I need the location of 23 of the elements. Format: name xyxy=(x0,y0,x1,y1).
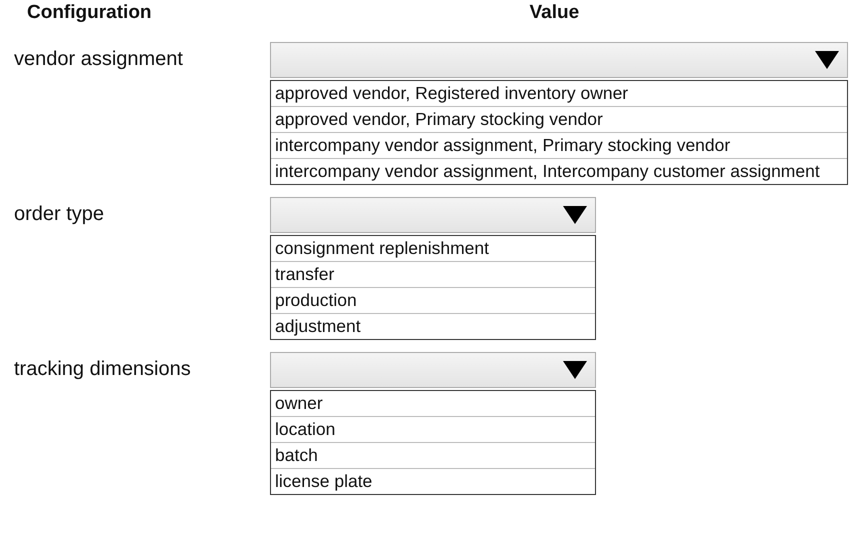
caret-icon xyxy=(563,206,587,224)
dropdown[interactable] xyxy=(270,197,596,233)
caret-icon xyxy=(815,51,839,69)
dropdown-option[interactable]: production xyxy=(271,287,595,313)
dropdown-option[interactable]: owner xyxy=(271,391,595,416)
dropdown-option[interactable]: adjustment xyxy=(271,313,595,339)
dropdown-option[interactable]: intercompany vendor assignment, Primary stocking vendor xyxy=(271,132,847,158)
dropdown-option[interactable]: batch xyxy=(271,442,595,468)
dropdown[interactable] xyxy=(270,352,596,388)
dropdown-option[interactable]: transfer xyxy=(271,261,595,287)
setting-label: vendor assignment xyxy=(14,47,184,72)
dropdown-option[interactable]: consignment replenishment xyxy=(271,236,595,261)
column-heading: Value xyxy=(530,2,580,25)
caret-icon xyxy=(563,361,587,379)
setting-label: tracking dimensions xyxy=(14,357,192,382)
column-heading: Configuration xyxy=(27,2,152,25)
dropdown-option[interactable]: approved vendor, Registered inventory owner xyxy=(271,81,847,106)
dropdown[interactable] xyxy=(270,42,848,78)
dropdown-option[interactable]: license plate xyxy=(271,468,595,494)
dropdown-option[interactable]: location xyxy=(271,416,595,442)
dropdown-option[interactable]: intercompany vendor assignment, Intercompany customer assignment xyxy=(271,158,847,184)
setting-label: order type xyxy=(14,202,106,227)
dropdown-option[interactable]: approved vendor, Primary stocking vendor xyxy=(271,106,847,132)
